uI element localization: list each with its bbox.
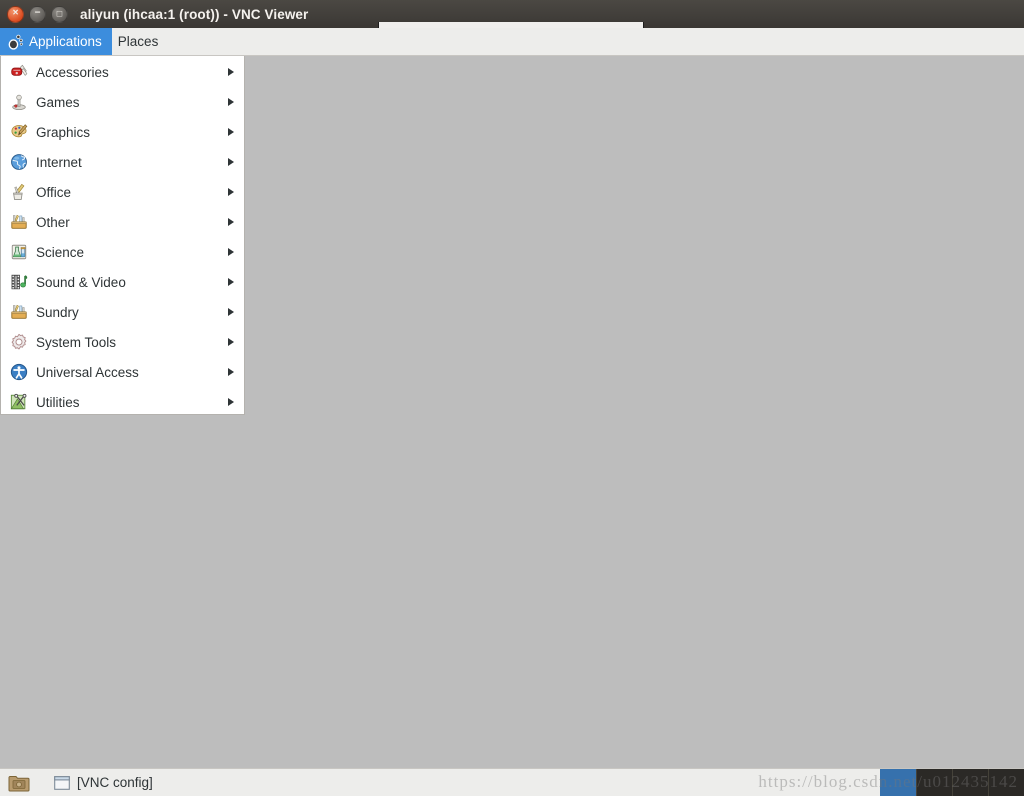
close-icon: × xyxy=(12,7,19,19)
menu-item-internet[interactable]: Internet xyxy=(1,147,244,177)
menu-item-science[interactable]: Science xyxy=(1,237,244,267)
chevron-right-icon xyxy=(228,248,234,256)
chevron-right-icon xyxy=(228,68,234,76)
menu-item-label: Accessories xyxy=(36,64,109,80)
minimize-icon: − xyxy=(34,7,41,19)
joystick-icon xyxy=(12,94,26,111)
minimize-button[interactable]: − xyxy=(29,5,46,23)
window-title: aliyun (ihcaa:1 (root)) - VNC Viewer xyxy=(80,6,309,22)
chevron-right-icon xyxy=(228,398,234,406)
places-menu-button[interactable]: Places xyxy=(112,28,169,55)
menu-item-office[interactable]: Office xyxy=(1,177,244,207)
menu-item-label: Science xyxy=(36,244,85,260)
menu-item-label: Graphics xyxy=(36,124,91,140)
close-button[interactable]: × xyxy=(7,5,24,23)
menu-item-label: Internet xyxy=(36,154,82,170)
window-icon xyxy=(54,775,70,790)
applications-menu-button[interactable]: Applications xyxy=(0,28,112,55)
menu-item-label: Universal Access xyxy=(36,364,139,380)
workspace-1[interactable] xyxy=(880,769,916,796)
folder-icon[interactable] xyxy=(8,773,30,793)
workspace-2[interactable] xyxy=(916,769,952,796)
menu-item-label: Games xyxy=(36,94,80,110)
menu-item-system-tools[interactable]: System Tools xyxy=(1,327,244,357)
menu-item-label: Office xyxy=(36,184,72,200)
top-panel: Applications Places xyxy=(0,28,1024,56)
chevron-right-icon xyxy=(228,278,234,286)
task-button-vnc-config[interactable]: [VNC config] xyxy=(48,773,159,792)
menu-item-label: System Tools xyxy=(36,334,117,350)
maximize-button[interactable]: □ xyxy=(51,5,68,23)
chevron-right-icon xyxy=(228,158,234,166)
toolbox-icon xyxy=(11,304,27,319)
menu-item-label: Sound & Video xyxy=(36,274,126,290)
chevron-right-icon xyxy=(228,128,234,136)
chevron-right-icon xyxy=(228,368,234,376)
chevron-right-icon xyxy=(228,308,234,316)
workspace-3[interactable] xyxy=(952,769,988,796)
task-button-label: [VNC config] xyxy=(77,775,153,790)
chevron-right-icon xyxy=(228,338,234,346)
menu-item-accessories[interactable]: Accessories xyxy=(1,57,244,87)
menu-item-other[interactable]: Other xyxy=(1,207,244,237)
applications-dropdown-menu: Accessories Games Graphics Internet Offi… xyxy=(0,56,245,415)
menu-item-sound-video[interactable]: Sound & Video xyxy=(1,267,244,297)
menu-item-label: Utilities xyxy=(36,394,80,410)
scissors-map-icon xyxy=(10,393,27,410)
chevron-right-icon xyxy=(228,218,234,226)
workspace-switcher xyxy=(880,769,1024,796)
globe-icon xyxy=(11,154,27,170)
paint-palette-icon xyxy=(11,124,28,138)
accessibility-icon xyxy=(10,363,28,381)
menu-item-graphics[interactable]: Graphics xyxy=(1,117,244,147)
places-menu-label: Places xyxy=(117,34,159,49)
menu-item-games[interactable]: Games xyxy=(1,87,244,117)
workspace-4[interactable] xyxy=(988,769,1024,796)
applications-menu-label: Applications xyxy=(29,34,102,49)
menu-item-universal-access[interactable]: Universal Access xyxy=(1,357,244,387)
vnc-viewer-screen: × − □ aliyun (ihcaa:1 (root)) - VNC View… xyxy=(0,0,1024,796)
flask-icon xyxy=(11,244,27,260)
toolbox-icon xyxy=(11,214,27,229)
maximize-icon: □ xyxy=(56,8,63,18)
pen-cup-icon xyxy=(13,183,25,200)
menu-item-sundry[interactable]: Sundry xyxy=(1,297,244,327)
chevron-right-icon xyxy=(228,98,234,106)
window-controls: × − □ xyxy=(7,5,68,23)
bottom-taskbar: [VNC config] xyxy=(0,768,1024,796)
menu-item-label: Other xyxy=(36,214,70,230)
menu-item-label: Sundry xyxy=(36,304,79,320)
filmstrip-note-icon xyxy=(11,274,28,290)
gnome-foot-icon xyxy=(8,34,23,50)
swiss-army-knife-icon xyxy=(11,64,28,76)
gear-icon xyxy=(11,333,27,350)
menu-item-utilities[interactable]: Utilities xyxy=(1,387,244,417)
chevron-right-icon xyxy=(228,188,234,196)
